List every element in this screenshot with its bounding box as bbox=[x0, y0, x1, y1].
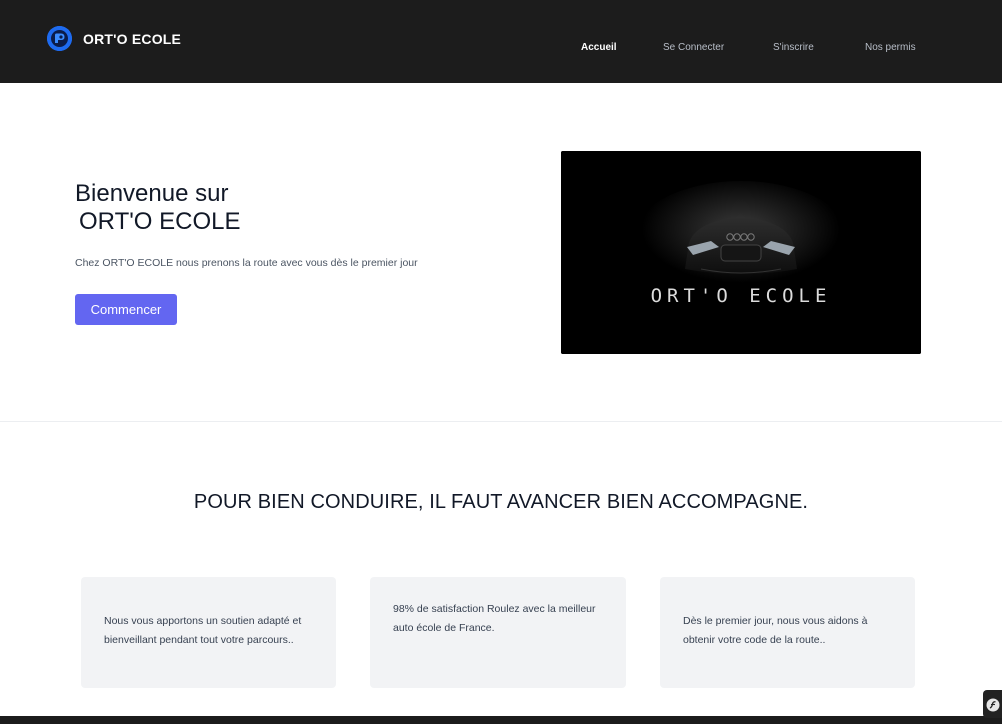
feature-card: 98% de satisfaction Roulez avec la meill… bbox=[370, 577, 626, 688]
feature-card: Nous vous apportons un soutien adapté et… bbox=[81, 577, 336, 688]
section-title: POUR BIEN CONDUIRE, IL FAUT AVANCER BIEN… bbox=[193, 491, 809, 513]
footer-bar bbox=[0, 716, 1002, 724]
debug-toolbar-toggle[interactable] bbox=[983, 690, 1002, 718]
feature-card: Dès le premier jour, nous vous aidons à … bbox=[660, 577, 915, 688]
commencer-button[interactable]: Commencer bbox=[75, 294, 177, 325]
nav-link-accueil[interactable]: Accueil bbox=[581, 42, 617, 53]
hero-image-logo-text: ORT'O ECOLE bbox=[650, 285, 832, 307]
hero-title-line1: Bienvenue sur bbox=[75, 180, 229, 207]
main-nav: Accueil Se Connecter S'inscrire Nos perm… bbox=[0, 42, 1002, 54]
top-navbar: ORT'O ECOLE Accueil Se Connecter S'inscr… bbox=[0, 0, 1002, 83]
car-illustration bbox=[561, 151, 921, 354]
hero-title-line2: ORT'O ECOLE bbox=[79, 208, 241, 235]
nav-link-sinscrire[interactable]: S'inscrire bbox=[773, 42, 814, 53]
nav-link-se-connecter[interactable]: Se Connecter bbox=[663, 42, 724, 53]
feature-card-text: Dès le premier jour, nous vous aidons à … bbox=[683, 615, 868, 646]
section-divider bbox=[0, 421, 1002, 422]
symfony-icon bbox=[986, 698, 1000, 712]
feature-card-text: Nous vous apportons un soutien adapté et… bbox=[104, 615, 302, 646]
hero-image: ORT'O ECOLE bbox=[561, 151, 921, 354]
nav-link-nos-permis[interactable]: Nos permis bbox=[865, 42, 916, 53]
feature-card-text: 98% de satisfaction Roulez avec la meill… bbox=[393, 603, 596, 634]
hero-title: Bienvenue sur ORT'O ECOLE bbox=[75, 180, 435, 236]
hero-subtitle: Chez ORT'O ECOLE nous prenons la route a… bbox=[75, 257, 418, 269]
